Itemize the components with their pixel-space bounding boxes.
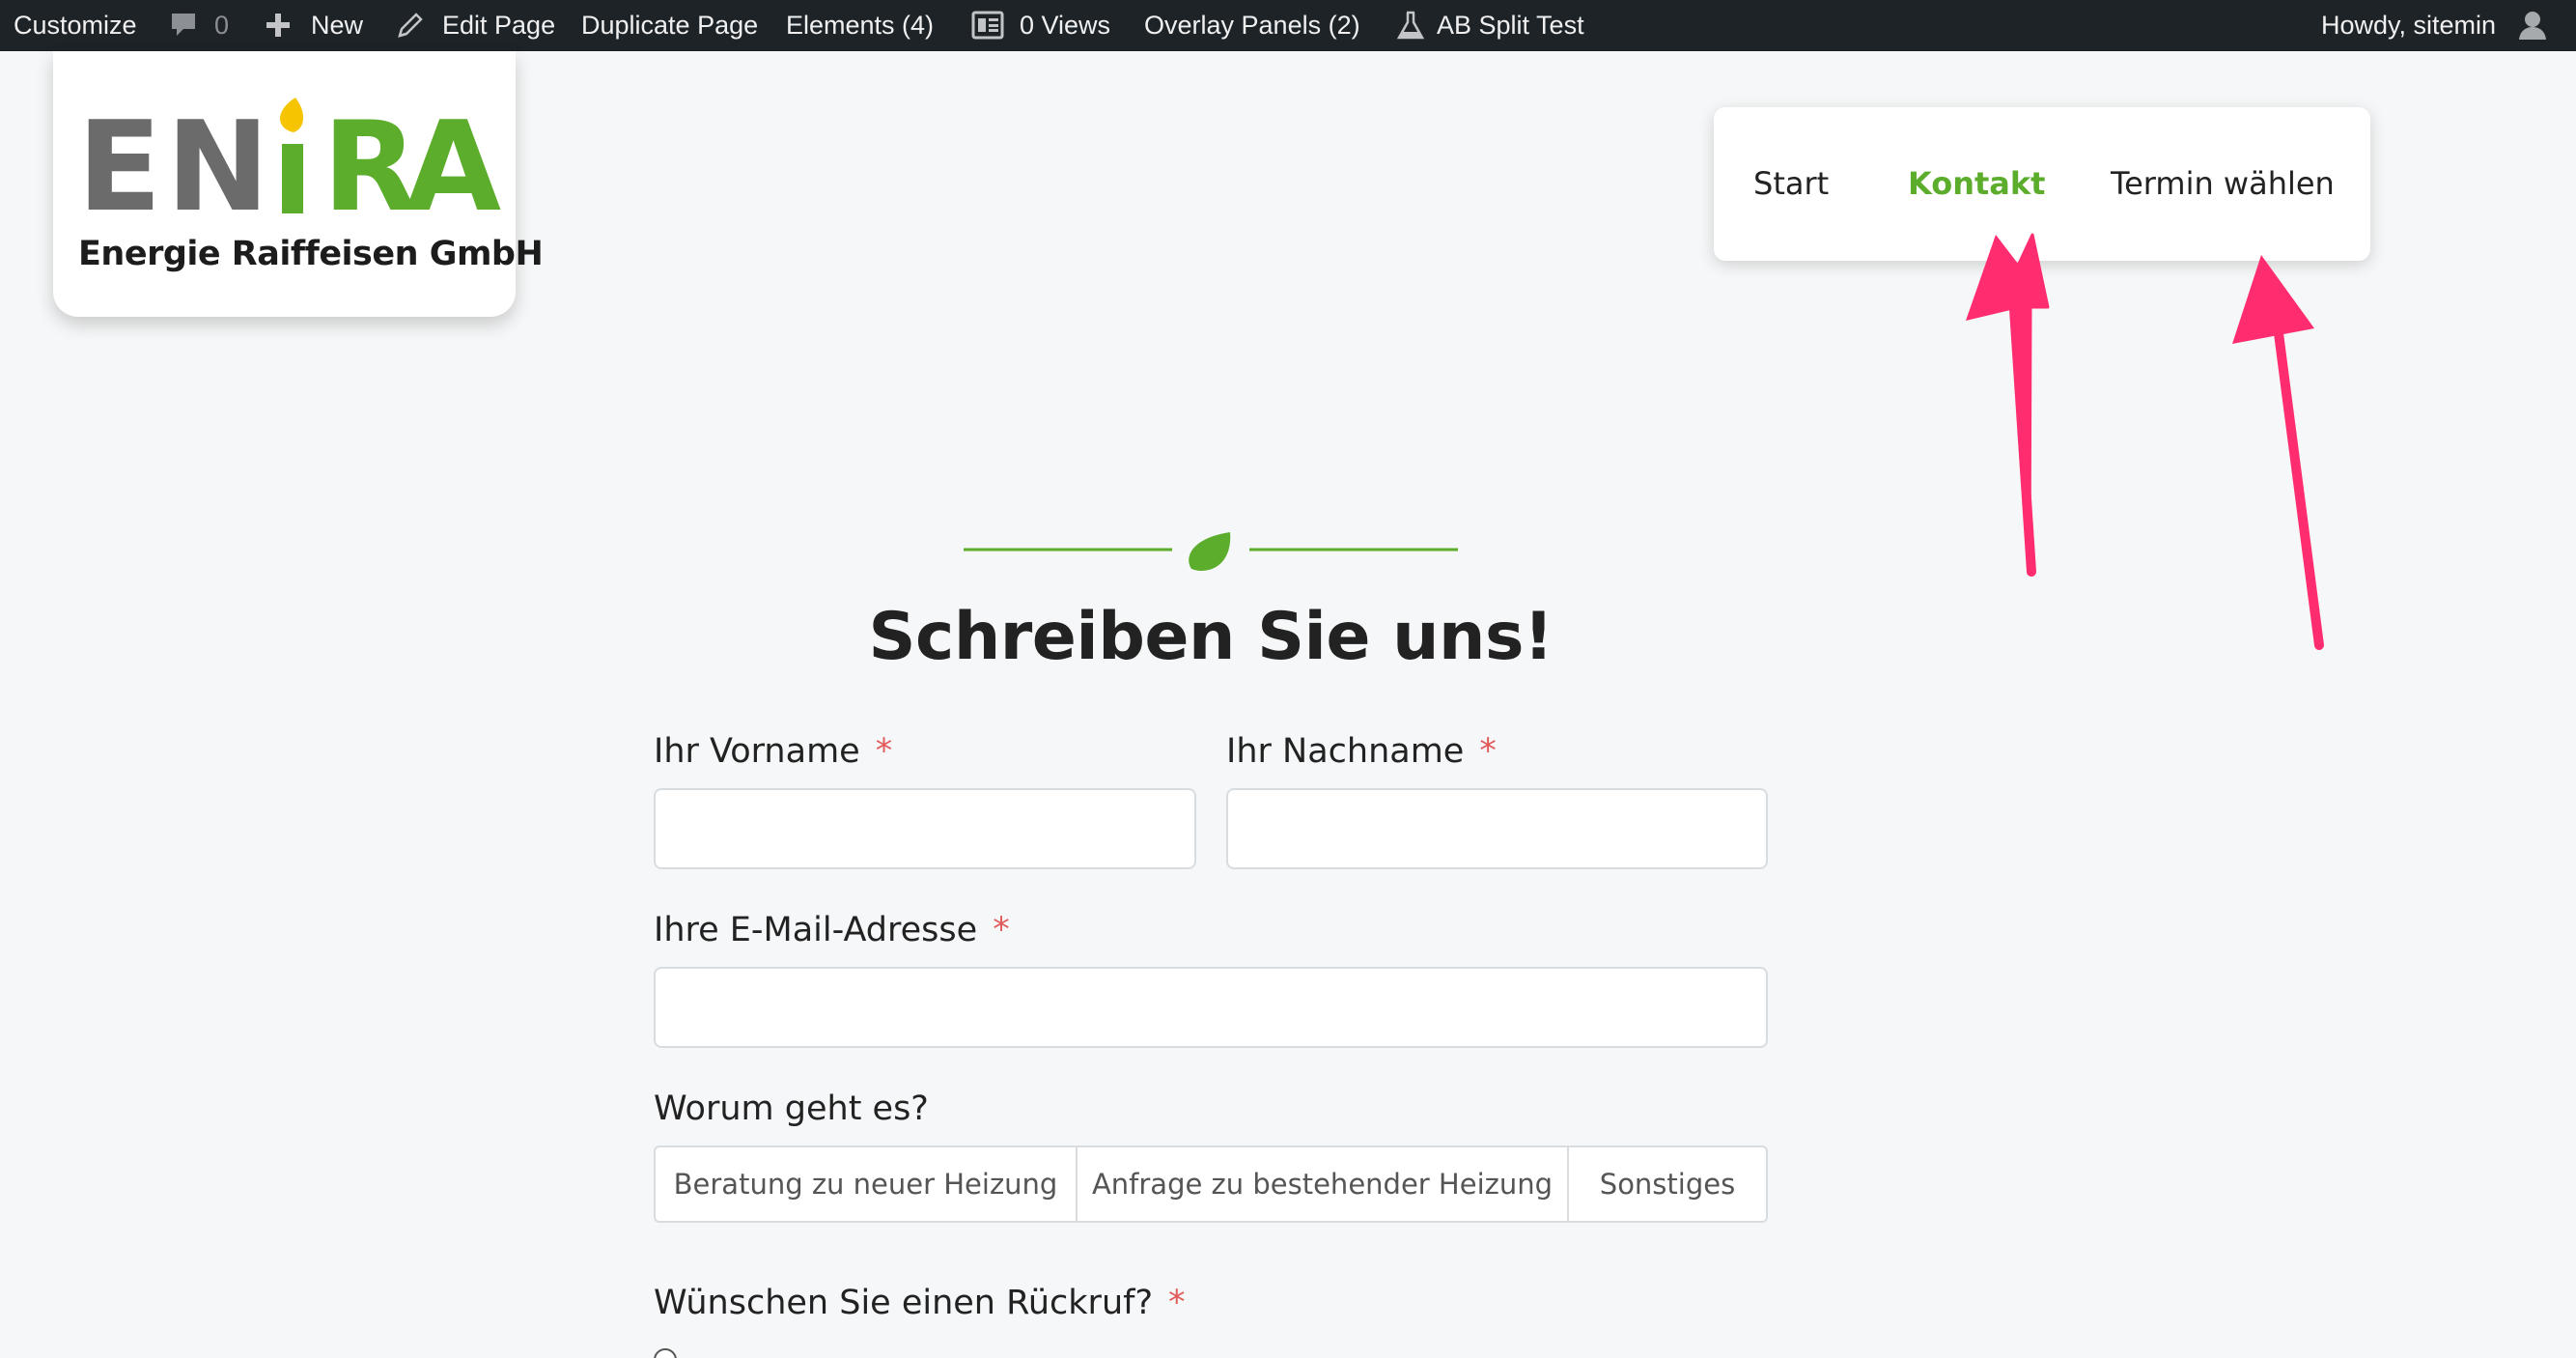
email-label-row: Ihre E-Mail-Adresse * [654, 911, 1010, 949]
account-menu[interactable]: Howdy, sitemin [2321, 0, 2562, 51]
topic-choice-group: Beratung zu neuer Heizung Anfrage zu bes… [654, 1146, 1768, 1223]
flask-icon [1396, 11, 1425, 40]
arrow-to-termin [2232, 255, 2324, 650]
topic-option-beratung[interactable]: Beratung zu neuer Heizung [656, 1147, 1078, 1221]
lastname-field[interactable] [1226, 788, 1768, 869]
logo-tagline: Energie Raiffeisen GmbH [78, 235, 544, 273]
form-heading: Schreiben Sie uns! [868, 599, 1554, 675]
leaf-divider [964, 532, 1458, 571]
nav-item-kontakt[interactable]: Kontakt [1908, 107, 2045, 261]
nav-item-termin-waehlen[interactable]: Termin wählen [2111, 107, 2335, 261]
lastname-required-mark: * [1479, 732, 1497, 771]
callback-label: Wünschen Sie einen Rückruf? [654, 1284, 1154, 1322]
logo-yellow-flame [280, 98, 304, 132]
overlay-panels-label: Overlay Panels (2) [1144, 11, 1360, 40]
comment-icon [172, 14, 195, 36]
new-content-link[interactable]: New [265, 0, 363, 51]
leaf-icon [1189, 532, 1231, 571]
logo-letter-a: A [406, 96, 501, 240]
firstname-label-row: Ihr Vorname * [654, 732, 892, 771]
views-label: 0 Views [1020, 11, 1111, 40]
comments-count: 0 [214, 11, 230, 40]
edit-page-label: Edit Page [442, 11, 556, 40]
views-chart-icon [971, 11, 1004, 40]
callback-radio[interactable] [654, 1348, 677, 1358]
logo-letter-i-stem [282, 144, 303, 213]
callback-label-row: Wünschen Sie einen Rückruf? * [654, 1284, 1186, 1322]
plus-icon [266, 14, 290, 37]
duplicate-page-label: Duplicate Page [581, 11, 759, 40]
pencil-icon [398, 13, 423, 38]
new-label: New [311, 11, 364, 40]
ab-split-test-label: AB Split Test [1437, 11, 1584, 40]
user-avatar-icon [2519, 12, 2546, 40]
logo-letter-e: E [77, 96, 161, 240]
howdy-label: Howdy, sitemin [2321, 11, 2497, 40]
logo-letter-n: N [166, 96, 269, 240]
nav-item-start[interactable]: Start [1753, 107, 1829, 261]
lastname-label-row: Ihr Nachname * [1226, 732, 1497, 771]
firstname-label: Ihr Vorname [654, 732, 860, 771]
logo-letter-r: R [322, 96, 418, 240]
enira-wordmark: E N R A [77, 96, 501, 240]
topic-label: Worum geht es? [654, 1089, 929, 1128]
main-navigation: Start Kontakt Termin wählen [1714, 107, 2370, 261]
topic-option-sonstiges[interactable]: Sonstiges [1569, 1147, 1766, 1221]
email-field[interactable] [654, 967, 1768, 1048]
email-required-mark: * [993, 911, 1010, 949]
callback-required-mark: * [1168, 1284, 1186, 1322]
elements-label: Elements (4) [786, 11, 935, 40]
arrow-to-kontakt [1966, 233, 2050, 577]
firstname-field[interactable] [654, 788, 1196, 869]
topic-option-anfrage[interactable]: Anfrage zu bestehender Heizung [1078, 1147, 1569, 1221]
lastname-label: Ihr Nachname [1226, 732, 1465, 771]
firstname-required-mark: * [875, 732, 893, 771]
ab-split-test-link[interactable]: AB Split Test [1396, 0, 1589, 51]
logo[interactable]: E N R A Energie Raiffeisen GmbH [53, 51, 544, 317]
customize-label: Customize [14, 11, 137, 40]
views-link[interactable]: 0 Views [971, 0, 1116, 51]
email-label: Ihre E-Mail-Adresse [654, 911, 978, 949]
edit-page-link[interactable]: Edit Page [396, 0, 560, 51]
comments-link[interactable]: 0 [170, 0, 234, 51]
admin-bar: Customize 0 New Edit Page Duplicate Page… [0, 0, 2576, 51]
